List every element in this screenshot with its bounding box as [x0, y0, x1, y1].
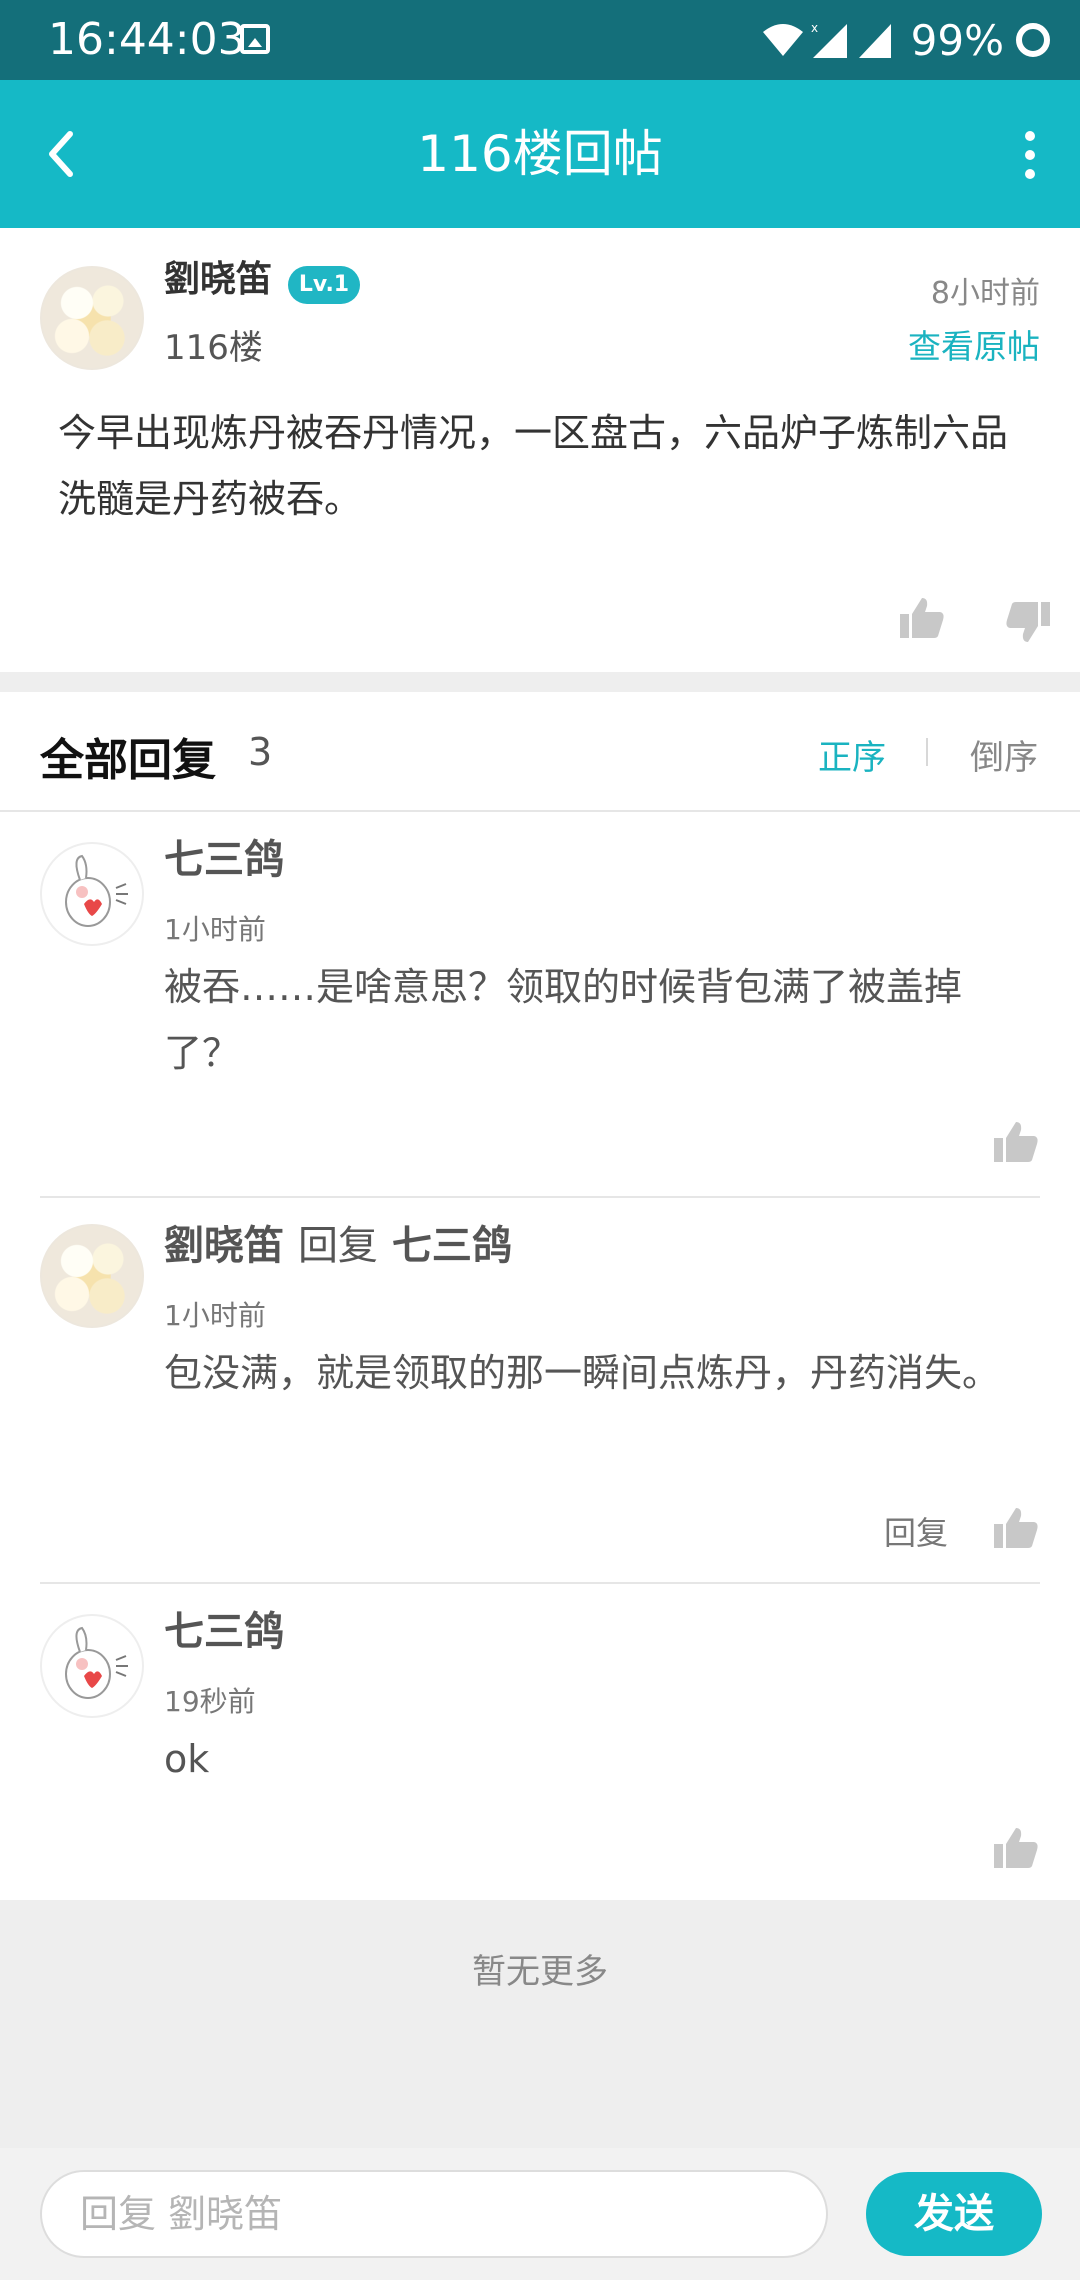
- reply-author-name[interactable]: 七三鸽: [164, 1610, 284, 1654]
- floor-label: 116楼: [164, 328, 263, 368]
- svg-text:x: x: [811, 21, 818, 35]
- thumbs-up-icon[interactable]: [992, 1824, 1040, 1872]
- thumbs-up-icon[interactable]: [898, 594, 946, 642]
- reply-to-word: 回复: [297, 1223, 378, 1269]
- status-time: 16:44:03: [48, 14, 246, 65]
- page-title: 116楼回帖: [417, 125, 663, 183]
- battery-ring-icon: [1016, 23, 1050, 57]
- thumbs-up-icon[interactable]: [992, 1504, 1040, 1552]
- status-bar: 16:44:03 x 99%: [0, 0, 1080, 80]
- reply-text: 被吞……是啥意思？领取的时候背包满了被盖掉了？: [164, 965, 963, 1075]
- battery-level: 99%: [910, 15, 1004, 65]
- reply-item: 七三鸽 19秒前 ok: [0, 1584, 1080, 1900]
- reply-time: 1小时前: [164, 1299, 266, 1332]
- signal-icon: [858, 24, 891, 58]
- no-more-text: 暂无更多: [472, 1952, 608, 1992]
- sort-descending-tab[interactable]: 倒序: [970, 730, 1038, 779]
- level-badge: Lv.1: [288, 266, 360, 304]
- reply-time: 1小时前: [164, 913, 266, 946]
- send-button[interactable]: 发送: [866, 2172, 1042, 2256]
- reply-author-line: 劉晓笛 回复 七三鸽: [164, 1224, 512, 1268]
- more-vertical-icon[interactable]: [1000, 120, 1060, 190]
- avatar[interactable]: [40, 1614, 144, 1718]
- reply-author-name[interactable]: 劉晓笛: [164, 1223, 284, 1269]
- post-time: 8小时前: [930, 276, 1040, 311]
- reply-author-name[interactable]: 七三鸽: [164, 838, 284, 882]
- view-original-link[interactable]: 查看原帖: [908, 320, 1040, 368]
- reply-input[interactable]: [40, 2170, 828, 2258]
- replies-header: 全部回复 3 正序 倒序: [0, 692, 1080, 812]
- post-author-name[interactable]: 劉晓笛: [164, 258, 272, 302]
- avatar[interactable]: [40, 1224, 144, 1328]
- reply-button[interactable]: 回复: [884, 1508, 948, 1554]
- reply-item: 劉晓笛 回复 七三鸽 1小时前 包没满，就是领取的那一瞬间点炼丹，丹药消失。 回…: [0, 1198, 1080, 1584]
- reply-text: 包没满，就是领取的那一瞬间点炼丹，丹药消失。: [164, 1351, 1001, 1395]
- image-icon: [240, 24, 270, 54]
- replies-count: 3: [248, 730, 273, 774]
- avatar[interactable]: [40, 266, 144, 370]
- signal-x-icon: x: [811, 21, 847, 58]
- thumbs-down-icon[interactable]: [1004, 598, 1052, 646]
- sort-divider: [926, 738, 928, 766]
- bunny-avatar-icon: [65, 1626, 128, 1699]
- section-divider: [0, 672, 1080, 692]
- bunny-avatar-icon: [65, 854, 128, 927]
- no-more-section: 暂无更多: [0, 1900, 1080, 2148]
- reply-input-bar: 发送: [0, 2148, 1080, 2280]
- post-text: 今早出现炼丹被吞丹情况，一区盘古，六品炉子炼制六品洗髓是丹药被吞。: [58, 411, 1009, 521]
- app-bar: 116楼回帖: [0, 80, 1080, 228]
- replies-title: 全部回复: [40, 735, 216, 786]
- thumbs-up-icon[interactable]: [992, 1118, 1040, 1166]
- reply-time: 19秒前: [164, 1685, 256, 1718]
- reply-to-name[interactable]: 七三鸽: [392, 1223, 512, 1269]
- avatar[interactable]: [40, 842, 144, 946]
- status-icons: x 99%: [761, 14, 1050, 66]
- wifi-icon: [762, 24, 803, 56]
- reply-text: ok: [164, 1737, 210, 1781]
- reply-item: 七三鸽 1小时前 被吞……是啥意思？领取的时候背包满了被盖掉了？: [0, 812, 1080, 1198]
- sort-ascending-tab[interactable]: 正序: [818, 730, 886, 779]
- original-post: 劉晓笛 Lv.1 116楼 8小时前 查看原帖 今早出现炼丹被吞丹情况，一区盘古…: [0, 228, 1080, 672]
